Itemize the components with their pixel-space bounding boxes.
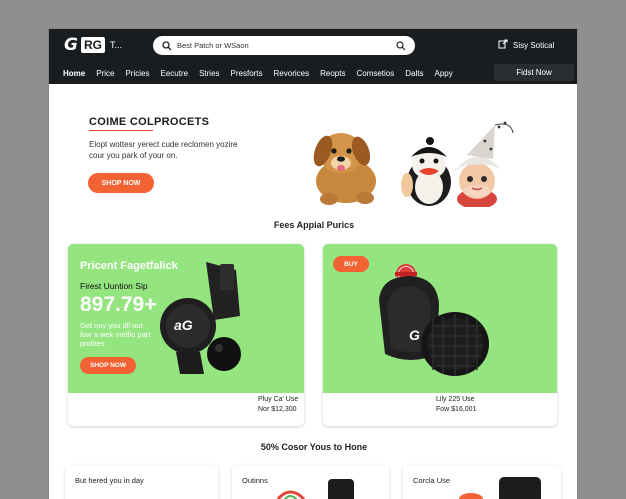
search-bar[interactable]: Best Patch or WSaon bbox=[153, 36, 415, 55]
card-shop-button[interactable]: SHOP NOW bbox=[80, 357, 136, 374]
promo-card-label: But hered you in day bbox=[75, 476, 144, 485]
hero-subtitle: Elopt wottesr yerect cude reclomen yozir… bbox=[89, 140, 238, 160]
card-price: 897.79+ bbox=[80, 293, 157, 316]
search-submit-icon[interactable] bbox=[395, 40, 407, 52]
top-bar: G RG T... Best Patch or WSaon Sisy Sotic… bbox=[49, 29, 577, 84]
nav-item[interactable]: Appy bbox=[435, 69, 453, 78]
hero-image bbox=[313, 121, 514, 207]
nav-item[interactable]: Comsetios bbox=[356, 69, 394, 78]
logo-g-mark: G bbox=[64, 35, 78, 55]
promo-card-label: Corcla Use bbox=[413, 476, 451, 485]
promo-card[interactable]: But hered you in day bbox=[65, 465, 218, 499]
signin-icon bbox=[498, 39, 508, 51]
promo-card[interactable]: Outinns bbox=[232, 465, 389, 499]
product-card-banner: BUY G bbox=[323, 244, 557, 393]
smartwatch-product-image bbox=[160, 262, 241, 374]
product-card-banner: Pricent Fagetfalick Firest Uuntion Sip 8… bbox=[68, 244, 304, 393]
nav-item[interactable]: Presforts bbox=[231, 69, 263, 78]
featured-section-title: Fees Appial Purics bbox=[273, 220, 355, 230]
card-description: Get nov you dll out fow a wek melfio par… bbox=[80, 321, 151, 348]
buy-badge[interactable]: BUY bbox=[333, 256, 369, 272]
promo-product-image bbox=[276, 479, 354, 499]
app-window: G RG T... Best Patch or WSaon Sisy Sotic… bbox=[49, 29, 577, 499]
nav-item[interactable]: Stries bbox=[199, 69, 219, 78]
product-brand-mark: G bbox=[409, 327, 420, 343]
nav-item[interactable]: Eecutre bbox=[160, 69, 188, 78]
card-footer-line: Fow $16,001 bbox=[436, 406, 477, 413]
logo-suffix: T... bbox=[109, 40, 122, 50]
card-footer-line: Nor $12,300 bbox=[258, 406, 297, 413]
account-label: Sisy Sotical bbox=[513, 40, 555, 50]
product-card[interactable]: BUY G Lily 225 Use Fow $16,001 bbox=[323, 244, 557, 426]
nav-cta-button[interactable]: Fidst Now bbox=[494, 64, 574, 81]
search-icon bbox=[161, 40, 173, 52]
puppy-plush-figure bbox=[313, 133, 376, 205]
card-footer-line: Lily 225 Use bbox=[436, 396, 475, 403]
logo-box-mark: RG bbox=[80, 37, 105, 53]
account-link[interactable]: Sisy Sotical bbox=[498, 39, 554, 51]
card-footer-line: Pluy Ca' Use bbox=[258, 396, 299, 403]
brand-logo[interactable]: G RG T... bbox=[64, 35, 122, 55]
promo-section-title: 50% Cosor Yous to Hone bbox=[260, 442, 368, 452]
penguin-plush-figure bbox=[401, 137, 451, 206]
promo-card[interactable]: Corcla Use bbox=[403, 465, 561, 499]
nav-item[interactable]: Price bbox=[96, 69, 114, 78]
hero-divider bbox=[89, 130, 153, 131]
hero-shop-button[interactable]: SHOP NOW bbox=[88, 173, 154, 193]
promo-card-label: Outinns bbox=[242, 476, 268, 485]
nav-item[interactable]: Dalts bbox=[405, 69, 423, 78]
main-nav: Home Price Pricies Eecutre Stries Presfo… bbox=[63, 65, 464, 81]
gaming-chair-product-image bbox=[379, 276, 489, 376]
product-card[interactable]: Pricent Fagetfalick Firest Uuntion Sip 8… bbox=[68, 244, 304, 426]
promo-product-image bbox=[459, 477, 541, 499]
nav-item[interactable]: Reopts bbox=[320, 69, 345, 78]
search-input[interactable]: Best Patch or WSaon bbox=[177, 41, 395, 50]
card-subtitle: Firest Uuntion Sip bbox=[80, 281, 148, 291]
nav-item[interactable]: Home bbox=[63, 69, 85, 78]
hero-title: COIME COLPROCETS bbox=[89, 116, 210, 128]
doll-plush-figure bbox=[455, 121, 514, 207]
nav-item[interactable]: Pricies bbox=[125, 69, 149, 78]
nav-item[interactable]: Revorices bbox=[274, 69, 310, 78]
product-brand-mark: aG bbox=[174, 317, 193, 333]
